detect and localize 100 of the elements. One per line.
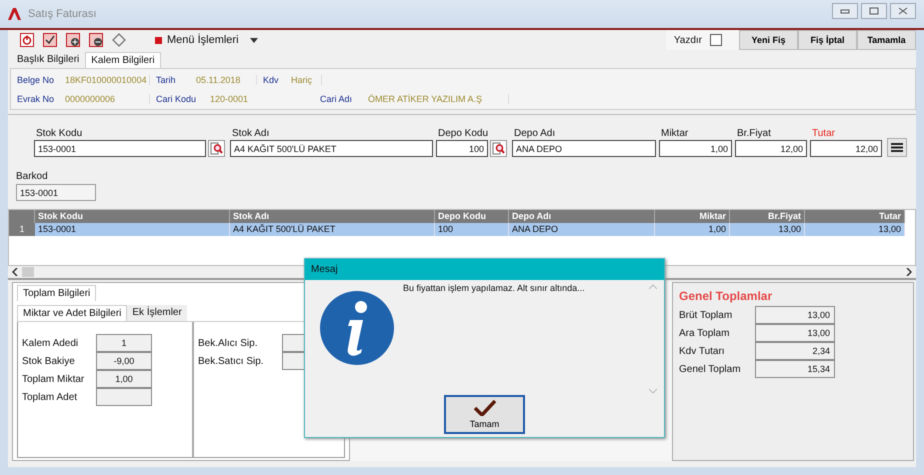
scroll-thumb[interactable] xyxy=(22,267,34,277)
tab[interactable]: Toplam Bilgileri xyxy=(17,285,96,301)
close-button[interactable] xyxy=(890,3,916,19)
column-header xyxy=(9,210,35,223)
maximize-button[interactable] xyxy=(861,3,887,19)
value-box: 1 xyxy=(96,334,152,352)
field-label: Barkod xyxy=(16,171,48,183)
add-record-icon[interactable] xyxy=(66,33,80,47)
column-header[interactable]: Depo Adı xyxy=(509,210,655,223)
table-cell: A4 KAĞIT 500'LÜ PAKET xyxy=(230,223,435,236)
menu-icon[interactable] xyxy=(887,138,907,157)
field-value: ÖMER ATİKER YAZILIM A.Ş xyxy=(360,94,509,104)
column-header[interactable]: Br.Fiyat xyxy=(730,210,805,223)
table-cell: 13,00 xyxy=(805,223,905,236)
field-label: Bek.Alıcı Sip. xyxy=(198,338,258,348)
action-button[interactable]: Yeni Fiş xyxy=(739,30,798,50)
table-cell: 100 xyxy=(435,223,509,236)
input-field[interactable]: 153-0001 xyxy=(34,140,206,157)
action-button[interactable]: Tamamla xyxy=(857,30,916,50)
column-header[interactable]: Stok Kodu xyxy=(35,210,230,223)
field-label: Cari Adı xyxy=(319,94,354,104)
app-logo-icon xyxy=(8,8,22,20)
search-icon[interactable] xyxy=(208,140,225,157)
tab[interactable]: Kalem Bilgileri xyxy=(85,52,161,68)
field-value: Hariç xyxy=(283,74,322,84)
input-field[interactable]: 100 xyxy=(436,140,488,157)
checkmark-icon xyxy=(474,400,496,416)
value-box: 15,34 xyxy=(755,360,835,378)
remove-record-icon[interactable] xyxy=(89,33,103,47)
field-label: Ara Toplam xyxy=(679,328,730,338)
input-field[interactable]: 12,00 xyxy=(810,140,882,157)
field-label: Evrak No xyxy=(16,94,56,104)
table-cell: 1,00 xyxy=(655,223,730,236)
field-label: Genel Toplam xyxy=(679,364,742,374)
dialog-title: Mesaj xyxy=(305,259,664,280)
field-label: Cari Kodu xyxy=(155,94,198,104)
value-box xyxy=(96,388,152,406)
column-header[interactable]: Tutar xyxy=(805,210,905,223)
field-label: Bek.Satıcı Sip. xyxy=(198,356,265,366)
action-button[interactable]: Fiş İptal xyxy=(798,30,857,50)
row-number: 1 xyxy=(9,223,35,236)
ok-button[interactable]: Tamam xyxy=(444,395,525,434)
field-label: Stok Bakiye xyxy=(22,356,76,366)
maximize-icon xyxy=(869,7,879,15)
column-header[interactable]: Depo Kodu xyxy=(435,210,509,223)
checklist-icon[interactable] xyxy=(43,33,57,47)
field-label: Depo Kodu xyxy=(437,128,490,140)
input-field[interactable]: 1,00 xyxy=(659,140,732,157)
field-value: 0000000006 xyxy=(57,94,150,104)
field-label: Miktar xyxy=(660,128,690,140)
field-label: Toplam Miktar xyxy=(22,374,86,384)
column-header[interactable]: Miktar xyxy=(655,210,730,223)
field-label: Stok Adı xyxy=(231,128,270,140)
field-label: Depo Adı xyxy=(513,128,556,140)
dialog-message: Bu fiyattan işlem yapılamaz. Alt sınır altında... xyxy=(403,283,585,293)
scroll-left-icon[interactable] xyxy=(12,268,18,276)
tab[interactable]: Ek İşlemler xyxy=(127,305,187,321)
table-cell: ANA DEPO xyxy=(509,223,655,236)
search-icon[interactable] xyxy=(490,140,507,157)
window-title: Satış Faturası xyxy=(28,8,96,20)
input-field[interactable]: 12,00 xyxy=(735,140,807,157)
table-cell: 153-0001 xyxy=(35,223,230,236)
tab[interactable]: Başlık Bilgileri xyxy=(11,51,86,68)
input-field[interactable]: A4 KAĞIT 500'LÜ PAKET xyxy=(230,140,433,157)
info-icon xyxy=(319,290,395,366)
print-checkbox[interactable] xyxy=(710,34,722,46)
minimize-icon xyxy=(840,8,850,14)
print-label: Yazdır xyxy=(672,34,702,46)
value-box: 1,00 xyxy=(96,370,152,388)
field-label: Kdv Tutarı xyxy=(679,346,726,356)
section-title: Genel Toplamlar xyxy=(679,289,774,303)
field-label: Stok Kodu xyxy=(35,128,84,140)
minimize-button[interactable] xyxy=(832,3,858,19)
field-value: 05.11.2018 xyxy=(188,74,257,84)
column-header[interactable]: Stok Adı xyxy=(230,210,435,223)
tag-icon[interactable] xyxy=(112,33,126,47)
input-field[interactable]: 153-0001 xyxy=(16,184,96,201)
menu-square-icon xyxy=(155,36,162,44)
value-box: -9,00 xyxy=(96,352,152,370)
field-label: Brüt Toplam xyxy=(679,310,734,320)
field-label: Tarih xyxy=(155,74,177,84)
field-label: Kdv xyxy=(262,74,280,84)
value-box: 2,34 xyxy=(755,342,835,360)
tab[interactable]: Miktar ve Adet Bilgileri xyxy=(17,305,128,321)
power-icon[interactable] xyxy=(20,33,34,47)
field-label: Tutar xyxy=(811,128,836,140)
table-cell: 13,00 xyxy=(730,223,805,236)
field-label: Kalem Adedi xyxy=(22,338,80,348)
value-box: 13,00 xyxy=(755,306,835,324)
scroll-right-icon[interactable] xyxy=(906,268,912,276)
field-label: Belge No xyxy=(16,74,56,84)
input-field[interactable]: ANA DEPO xyxy=(512,140,656,157)
value-box: 13,00 xyxy=(755,324,835,342)
caret-icon[interactable] xyxy=(250,38,258,42)
field-label: Br.Fiyat xyxy=(736,128,772,140)
field-label: Toplam Adet xyxy=(22,392,78,402)
table-row[interactable]: 1 153-0001 A4 KAĞIT 500'LÜ PAKET 100 ANA DEPO 1,00 13,00 13,00 xyxy=(9,223,915,236)
field-value: 120-0001 xyxy=(209,94,250,104)
field-value: 18KF010000010004 xyxy=(57,74,150,84)
menu-dropdown[interactable]: Menü İşlemleri xyxy=(167,34,239,46)
